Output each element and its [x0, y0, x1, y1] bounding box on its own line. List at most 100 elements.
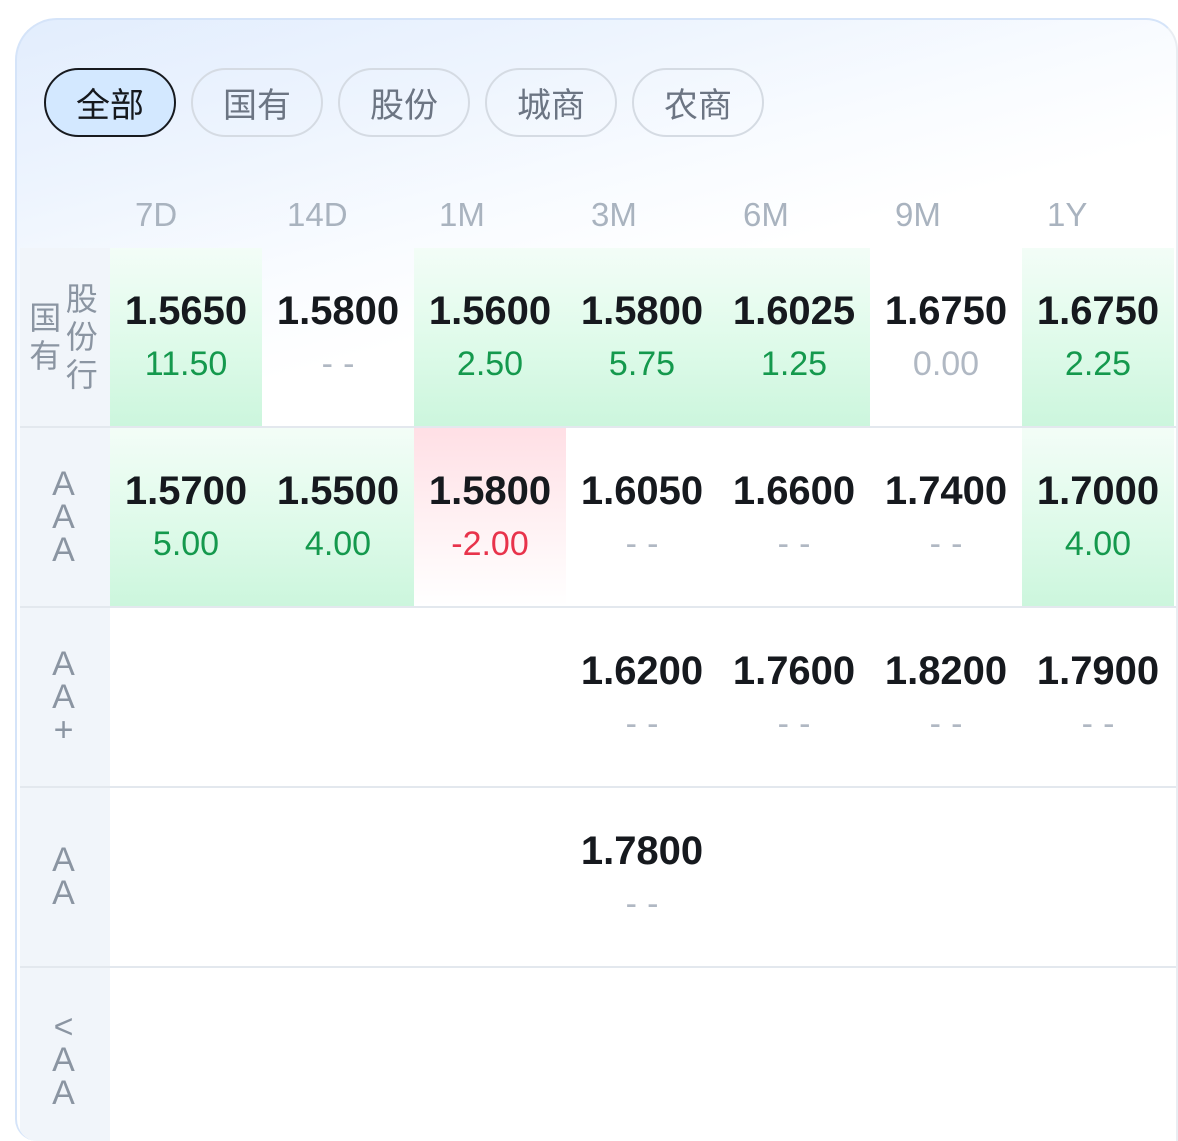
rate-value: 1.5700	[124, 469, 248, 513]
column-header-3m: 3M	[591, 196, 637, 233]
rate-table: 国有 股份行 1.5650 11.50 1.5800 -- 1.5600 2.50 1.5800…	[20, 248, 1176, 1141]
rate-change: 2.25	[1064, 345, 1132, 383]
rate-value: 1.5650	[124, 289, 248, 333]
rate-cell[interactable]: 1.8200 --	[870, 608, 1022, 786]
empty-cell	[262, 788, 414, 966]
rate-cell[interactable]: 1.6750 0.00	[870, 248, 1022, 426]
rate-change: --	[777, 705, 821, 743]
rate-cell[interactable]: 1.5700 5.00	[110, 428, 262, 606]
empty-cell	[262, 968, 414, 1141]
rate-cell[interactable]: 1.5800 --	[262, 248, 414, 426]
empty-cell	[110, 608, 262, 786]
row-label-text: 股份行	[65, 280, 98, 394]
rate-value: 1.8200	[884, 649, 1008, 693]
rate-cell[interactable]: 1.5800 -2.00	[414, 428, 566, 606]
filter-tab-joint-stock[interactable]: 股份	[338, 68, 470, 137]
rate-change: 2.50	[456, 345, 524, 383]
filter-tab-state-owned[interactable]: 国有	[191, 68, 323, 137]
rate-board-card: 全部 国有 股份 城商 农商 7D 14D 1M 3M 6M 9M 1Y 国有股…	[15, 18, 1178, 1141]
filter-tab-city-commercial[interactable]: 城商	[485, 68, 617, 137]
column-header-14d: 14D	[287, 196, 348, 233]
rate-value: 1.7000	[1036, 469, 1160, 513]
row-label: 国有 股份行	[20, 248, 110, 426]
rate-change: 5.75	[608, 345, 676, 383]
rate-cell[interactable]: 1.5500 4.00	[262, 428, 414, 606]
rate-change: --	[625, 885, 669, 923]
filter-tabs: 全部 国有 股份 城商 农商	[44, 68, 764, 137]
rate-change: 0.00	[912, 345, 980, 383]
rate-value: 1.6600	[732, 469, 856, 513]
table-row: <AA	[20, 968, 1176, 1141]
empty-cell	[870, 788, 1022, 966]
rate-value: 1.6750	[1036, 289, 1160, 333]
row-label: AA	[20, 788, 110, 966]
rate-value: 1.7900	[1036, 649, 1160, 693]
rate-change: 4.00	[1064, 525, 1132, 563]
empty-cell	[1022, 788, 1174, 966]
rate-value: 1.6200	[580, 649, 704, 693]
table-row: AAA 1.5700 5.00 1.5500 4.00 1.5800 -2.00 1.6050…	[20, 428, 1176, 608]
column-header-row: 7D 14D 1M 3M 6M 9M 1Y	[110, 182, 1174, 248]
rate-change: 11.50	[144, 345, 228, 383]
rate-cell[interactable]: 1.5600 2.50	[414, 248, 566, 426]
empty-cell	[414, 788, 566, 966]
rate-value: 1.7400	[884, 469, 1008, 513]
empty-cell	[110, 968, 262, 1141]
rate-cell[interactable]: 1.6050 --	[566, 428, 718, 606]
column-header-7d: 7D	[135, 196, 178, 233]
rate-cell[interactable]: 1.7600 --	[718, 608, 870, 786]
rate-value: 1.5500	[276, 469, 400, 513]
rate-change: 4.00	[304, 525, 372, 563]
rate-change: --	[321, 345, 365, 383]
column-header-6m: 6M	[743, 196, 789, 233]
rate-change: -2.00	[451, 525, 529, 563]
empty-cell	[1022, 968, 1174, 1141]
rate-cell[interactable]: 1.5650 11.50	[110, 248, 262, 426]
rate-change: --	[929, 525, 973, 563]
rate-change: 1.25	[760, 345, 828, 383]
empty-cell	[870, 968, 1022, 1141]
rate-value: 1.6050	[580, 469, 704, 513]
empty-cell	[414, 968, 566, 1141]
rate-cell[interactable]: 1.6025 1.25	[718, 248, 870, 426]
row-label-text: AA	[52, 841, 75, 912]
rate-change: --	[777, 525, 821, 563]
rate-value: 1.5800	[428, 469, 552, 513]
row-label-text: AA+	[52, 644, 75, 749]
rate-change: --	[625, 705, 669, 743]
rate-cell[interactable]: 1.5800 5.75	[566, 248, 718, 426]
table-row: 国有 股份行 1.5650 11.50 1.5800 -- 1.5600 2.50 1.5800…	[20, 248, 1176, 428]
row-label-text: 国有	[29, 299, 62, 375]
rate-cell[interactable]: 1.7800 --	[566, 788, 718, 966]
row-label: AA+	[20, 608, 110, 786]
row-label: AAA	[20, 428, 110, 606]
rate-value: 1.7600	[732, 649, 856, 693]
rate-value: 1.6025	[732, 289, 856, 333]
rate-value: 1.5800	[580, 289, 704, 333]
column-header-1y: 1Y	[1047, 196, 1088, 233]
filter-tab-all[interactable]: 全部	[44, 68, 176, 137]
empty-cell	[262, 608, 414, 786]
rate-value: 1.7800	[580, 829, 704, 873]
empty-cell	[414, 608, 566, 786]
row-label: <AA	[20, 968, 110, 1141]
rate-cell[interactable]: 1.7900 --	[1022, 608, 1174, 786]
rate-value: 1.5800	[276, 289, 400, 333]
rate-cell[interactable]: 1.6750 2.25	[1022, 248, 1174, 426]
rate-change: --	[929, 705, 973, 743]
column-header-9m: 9M	[895, 196, 941, 233]
row-label-text: <AA	[52, 1008, 75, 1112]
rate-cell[interactable]: 1.6200 --	[566, 608, 718, 786]
filter-tab-rural-commercial[interactable]: 农商	[632, 68, 764, 137]
rate-cell[interactable]: 1.7000 4.00	[1022, 428, 1174, 606]
rate-cell[interactable]: 1.7400 --	[870, 428, 1022, 606]
empty-cell	[718, 968, 870, 1141]
column-header-1m: 1M	[439, 196, 485, 233]
rate-value: 1.5600	[428, 289, 552, 333]
rate-change: --	[625, 525, 669, 563]
table-row: AA 1.7800 --	[20, 788, 1176, 968]
empty-cell	[718, 788, 870, 966]
rate-cell[interactable]: 1.6600 --	[718, 428, 870, 606]
empty-cell	[110, 788, 262, 966]
rate-value: 1.6750	[884, 289, 1008, 333]
